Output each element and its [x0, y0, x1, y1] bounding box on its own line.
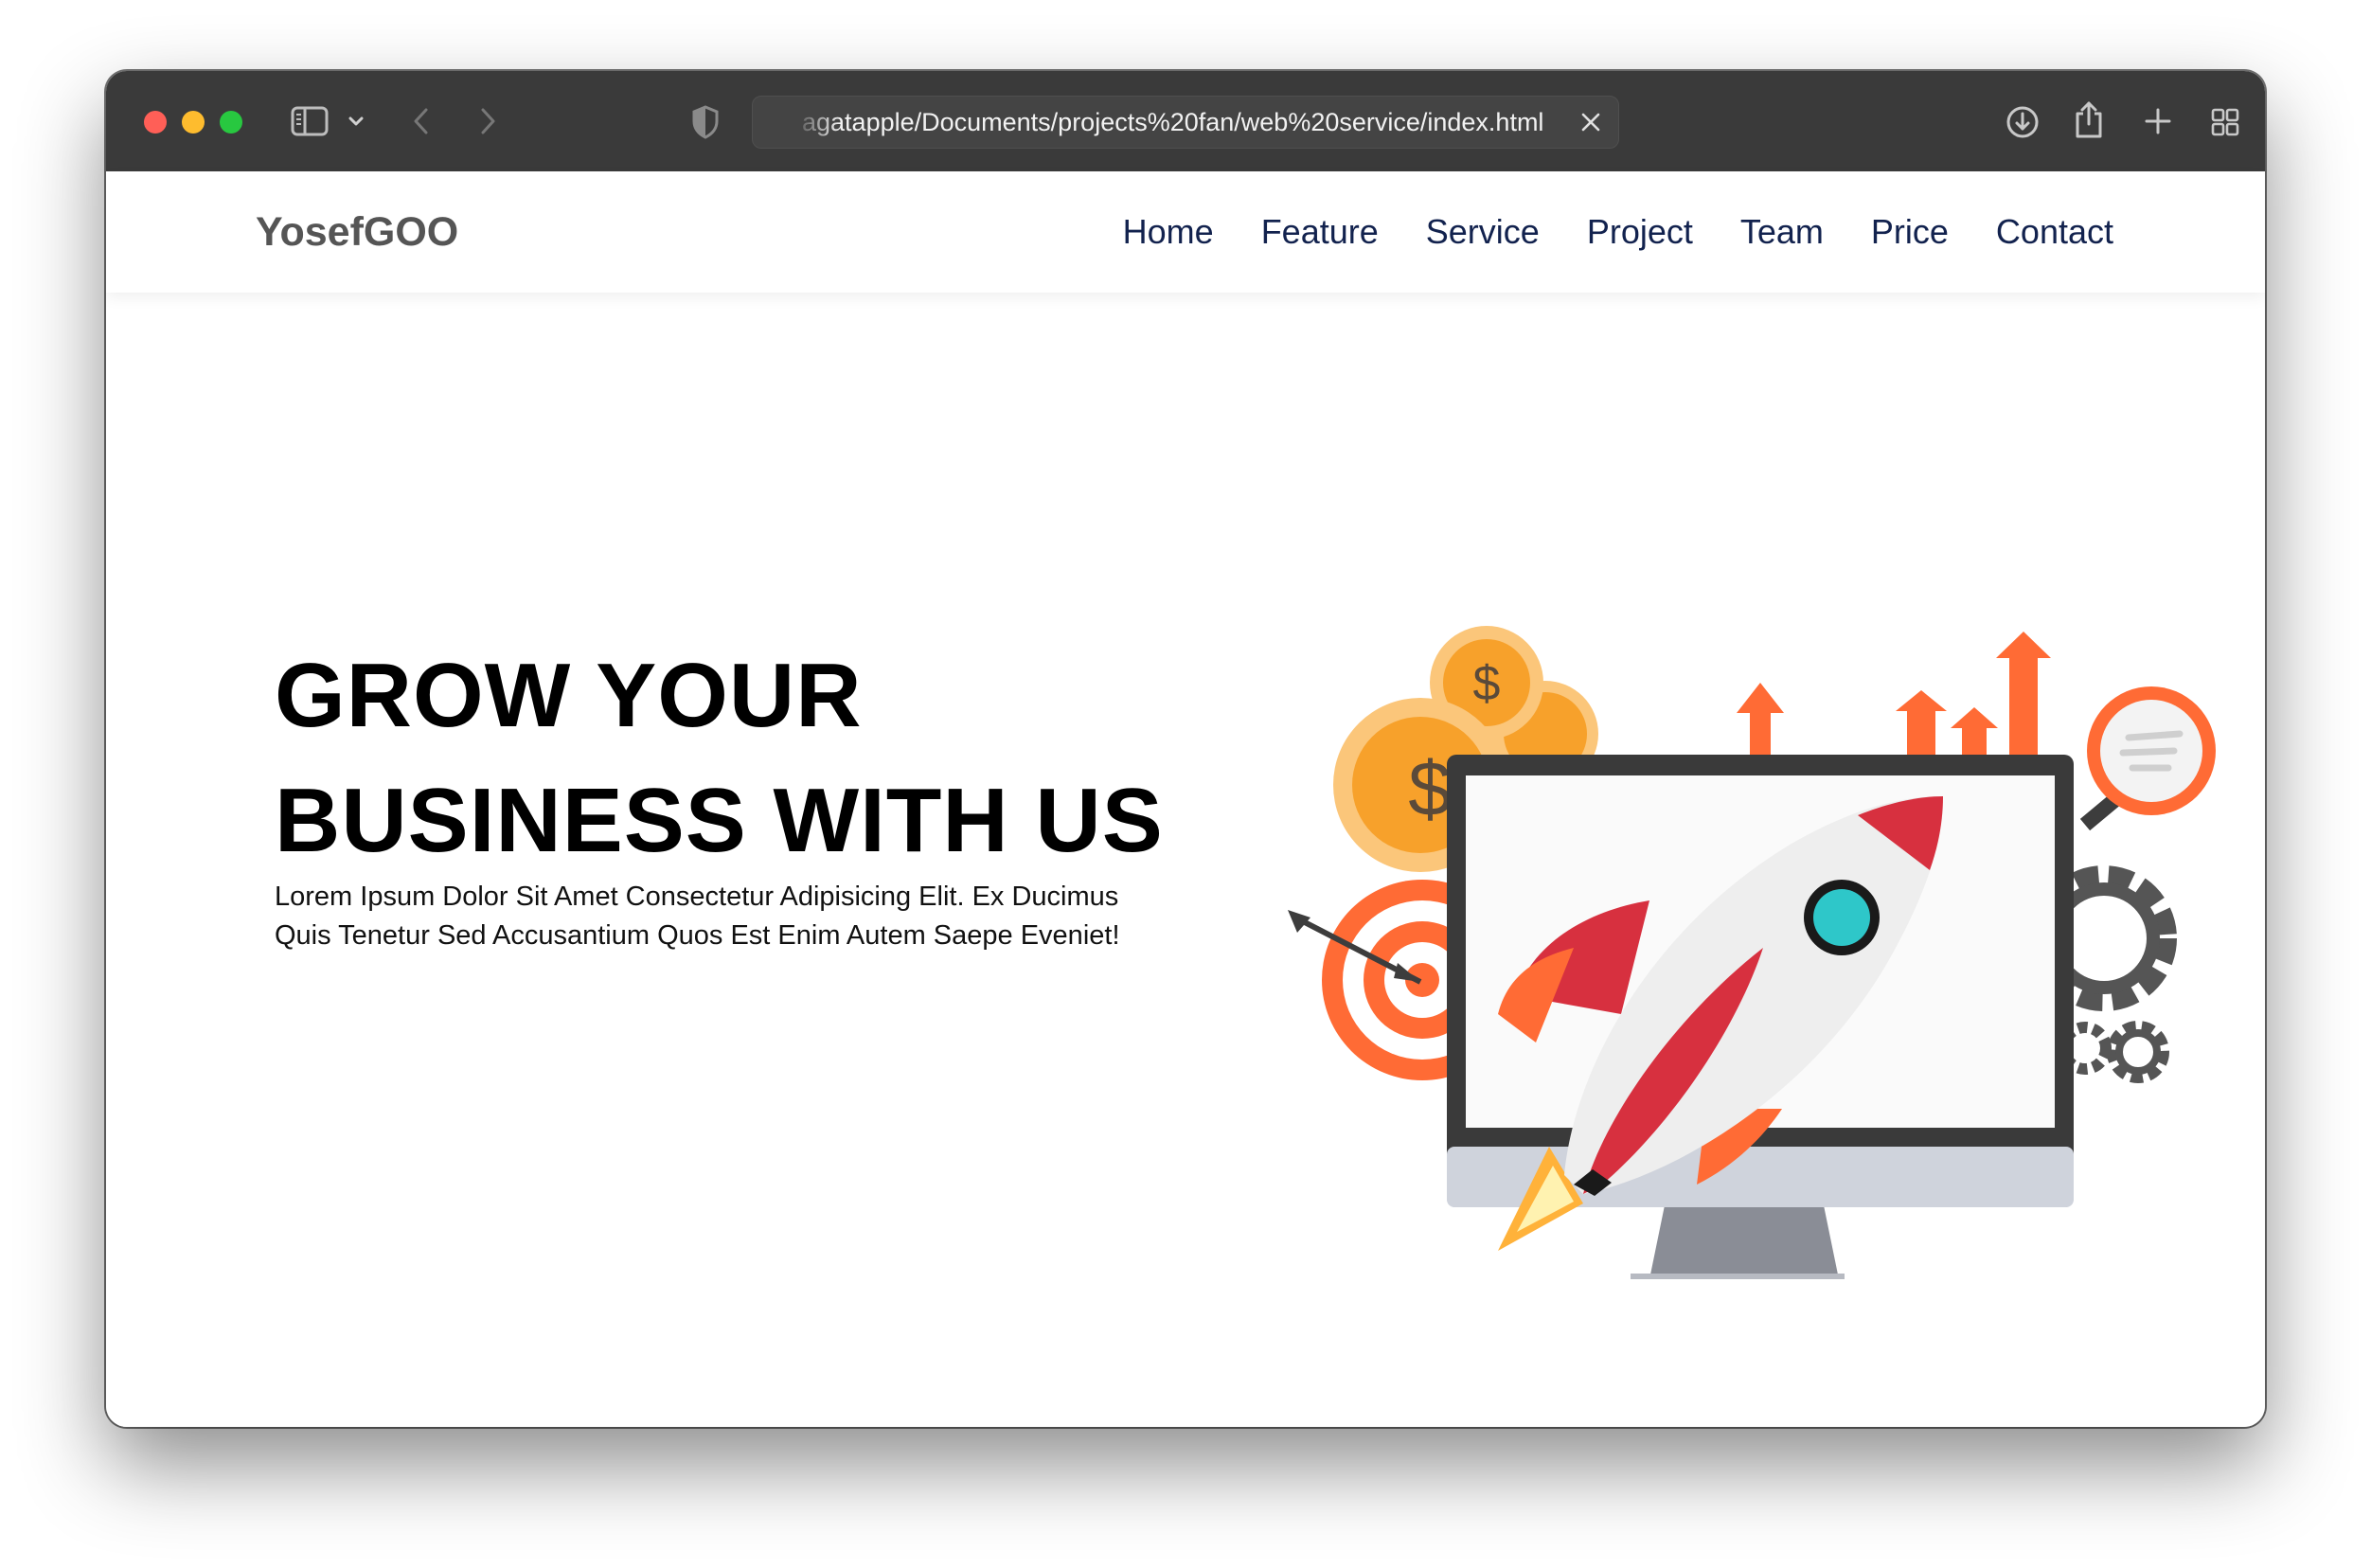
plus-icon[interactable]	[2142, 105, 2174, 137]
zoom-window-button[interactable]	[220, 111, 242, 134]
chevron-down-icon[interactable]	[345, 109, 367, 134]
close-icon[interactable]	[1577, 108, 1605, 136]
main-nav: Home Feature Service Project Team Price …	[1123, 171, 2113, 293]
site-logo[interactable]: YosefGOO	[256, 171, 458, 293]
hero-title-line: GROW YOUR	[275, 645, 863, 746]
svg-text:$: $	[1408, 746, 1452, 832]
nav-link-contact[interactable]: Contact	[1996, 212, 2113, 252]
hero-title-line: BUSINESS WITH US	[275, 770, 1164, 871]
rocket-launch-illustration: $ $	[1176, 616, 2237, 1279]
hero-description-line: Quis Tenetur Sed Accusantium Quos Est En…	[275, 920, 1120, 951]
svg-text:$: $	[1473, 656, 1501, 711]
hero-title: GROW YOUR BUSINESS WITH US	[275, 633, 1297, 883]
share-icon[interactable]	[2072, 98, 2106, 141]
close-window-button[interactable]	[144, 111, 167, 134]
shield-icon[interactable]	[689, 103, 722, 141]
magnifier-icon	[2079, 686, 2216, 831]
nav-link-service[interactable]: Service	[1426, 212, 1540, 252]
browser-window: agatapple/Documents/projects%20fan/web%2…	[106, 71, 2265, 1427]
hero-description-line: Lorem Ipsum Dolor Sit Amet Consectetur A…	[275, 882, 1119, 912]
address-bar[interactable]: agatapple/Documents/projects%20fan/web%2…	[752, 96, 1619, 149]
download-icon[interactable]	[2004, 103, 2041, 141]
grid-icon[interactable]	[2208, 105, 2242, 139]
hero-description: Lorem Ipsum Dolor Sit Amet Consectetur A…	[275, 878, 1221, 955]
sidebar-icon[interactable]	[290, 103, 330, 139]
minimize-window-button[interactable]	[182, 111, 205, 134]
chevron-right-icon[interactable]	[473, 103, 502, 139]
web-page: YosefGOO Home Feature Service Project Te…	[106, 171, 2265, 1427]
nav-link-feature[interactable]: Feature	[1261, 212, 1379, 252]
nav-link-team[interactable]: Team	[1740, 212, 1824, 252]
url-text[interactable]: agatapple/Documents/projects%20fan/web%2…	[802, 97, 1560, 148]
nav-link-project[interactable]: Project	[1587, 212, 1693, 252]
nav-link-home[interactable]: Home	[1123, 212, 1214, 252]
browser-toolbar: agatapple/Documents/projects%20fan/web%2…	[106, 71, 2265, 172]
site-header: YosefGOO Home Feature Service Project Te…	[106, 171, 2265, 293]
nav-link-price[interactable]: Price	[1871, 212, 1949, 252]
chevron-left-icon[interactable]	[407, 103, 436, 139]
